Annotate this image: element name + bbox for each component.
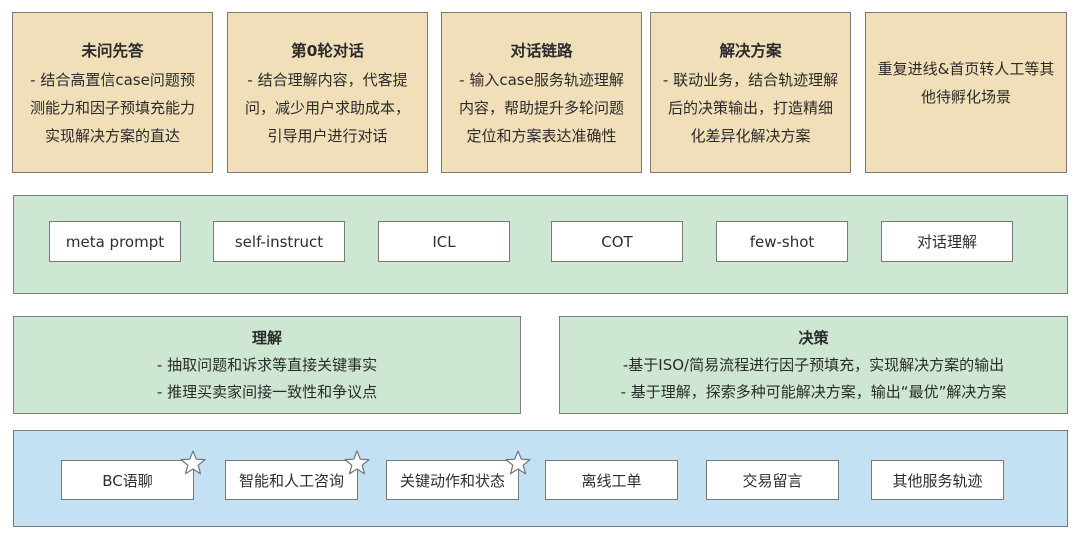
decision-panel: 决策 -基于ISO/简易流程进行因子预填充，实现解决方案的输出 - 基于理解，探… <box>559 316 1068 414</box>
scenario-title: 对话链路 <box>510 41 573 60</box>
data-source-offline-ticket: 离线工单 <box>545 460 678 500</box>
star-icon <box>180 450 206 475</box>
star-icon <box>505 450 531 475</box>
scenario-title: 解决方案 <box>719 41 782 60</box>
decision-title: 决策 <box>798 328 829 347</box>
technique-chip-few-shot: few-shot <box>716 221 848 262</box>
data-source-key-actions: 关键动作和状态 <box>386 460 519 500</box>
decision-line: - 基于理解，探索多种可能解决方案，输出“最优”解决方案 <box>620 382 1007 401</box>
understanding-title: 理解 <box>251 328 282 347</box>
scenario-desc: - 结合理解内容，代客提 问，减少用户求助成本， 引导用户进行对话 <box>244 70 410 145</box>
understanding-line: - 抽取问题和诉求等直接关键事实 <box>156 355 378 374</box>
star-icon <box>344 450 370 475</box>
technique-chip-dialog-understanding: 对话理解 <box>881 221 1013 262</box>
technique-chip-cot: COT <box>551 221 683 262</box>
technique-chip-meta-prompt: meta prompt <box>49 221 181 262</box>
scenario-box-incubating: 重复进线&首页转人工等其 他待孵化场景 <box>865 12 1067 173</box>
technique-chip-self-instruct: self-instruct <box>213 221 345 262</box>
scenario-box-dialog-chain: 对话链路 - 输入case服务轨迹理解 内容，帮助提升多轮问题 定位和方案表达准… <box>441 12 642 173</box>
scenario-box-round-zero: 第0轮对话 - 结合理解内容，代客提 问，减少用户求助成本， 引导用户进行对话 <box>227 12 428 173</box>
data-source-bc-chat: BC语聊 <box>61 460 194 500</box>
scenario-desc: - 结合高置信case问题预 测能力和因子预填充能力 实现解决方案的直达 <box>29 70 195 145</box>
scenario-box-solution: 解决方案 - 联动业务，结合轨迹理解 后的决策输出，打造精细 化差异化解决方案 <box>650 12 851 173</box>
understanding-panel: 理解 - 抽取问题和诉求等直接关键事实 - 推理买卖家间接一致性和争议点 <box>13 316 521 414</box>
data-source-smart-human-consult: 智能和人工咨询 <box>225 460 358 500</box>
scenario-title: 第0轮对话 <box>291 41 364 60</box>
data-source-trade-message: 交易留言 <box>706 460 839 500</box>
understanding-line: - 推理买卖家间接一致性和争议点 <box>156 382 378 401</box>
scenario-desc: - 输入case服务轨迹理解 内容，帮助提升多轮问题 定位和方案表达准确性 <box>458 70 624 145</box>
decision-line: -基于ISO/简易流程进行因子预填充，实现解决方案的输出 <box>622 355 1005 374</box>
scenario-box-unasked-answer: 未问先答 - 结合高置信case问题预 测能力和因子预填充能力 实现解决方案的直… <box>12 12 213 173</box>
technique-chip-icl: ICL <box>378 221 510 262</box>
scenario-desc: 重复进线&首页转人工等其 他待孵化场景 <box>877 59 1055 106</box>
scenario-title: 未问先答 <box>81 41 144 60</box>
scenario-desc: - 联动业务，结合轨迹理解 后的决策输出，打造精细 化差异化解决方案 <box>662 70 839 145</box>
data-source-other-traces: 其他服务轨迹 <box>871 460 1004 500</box>
